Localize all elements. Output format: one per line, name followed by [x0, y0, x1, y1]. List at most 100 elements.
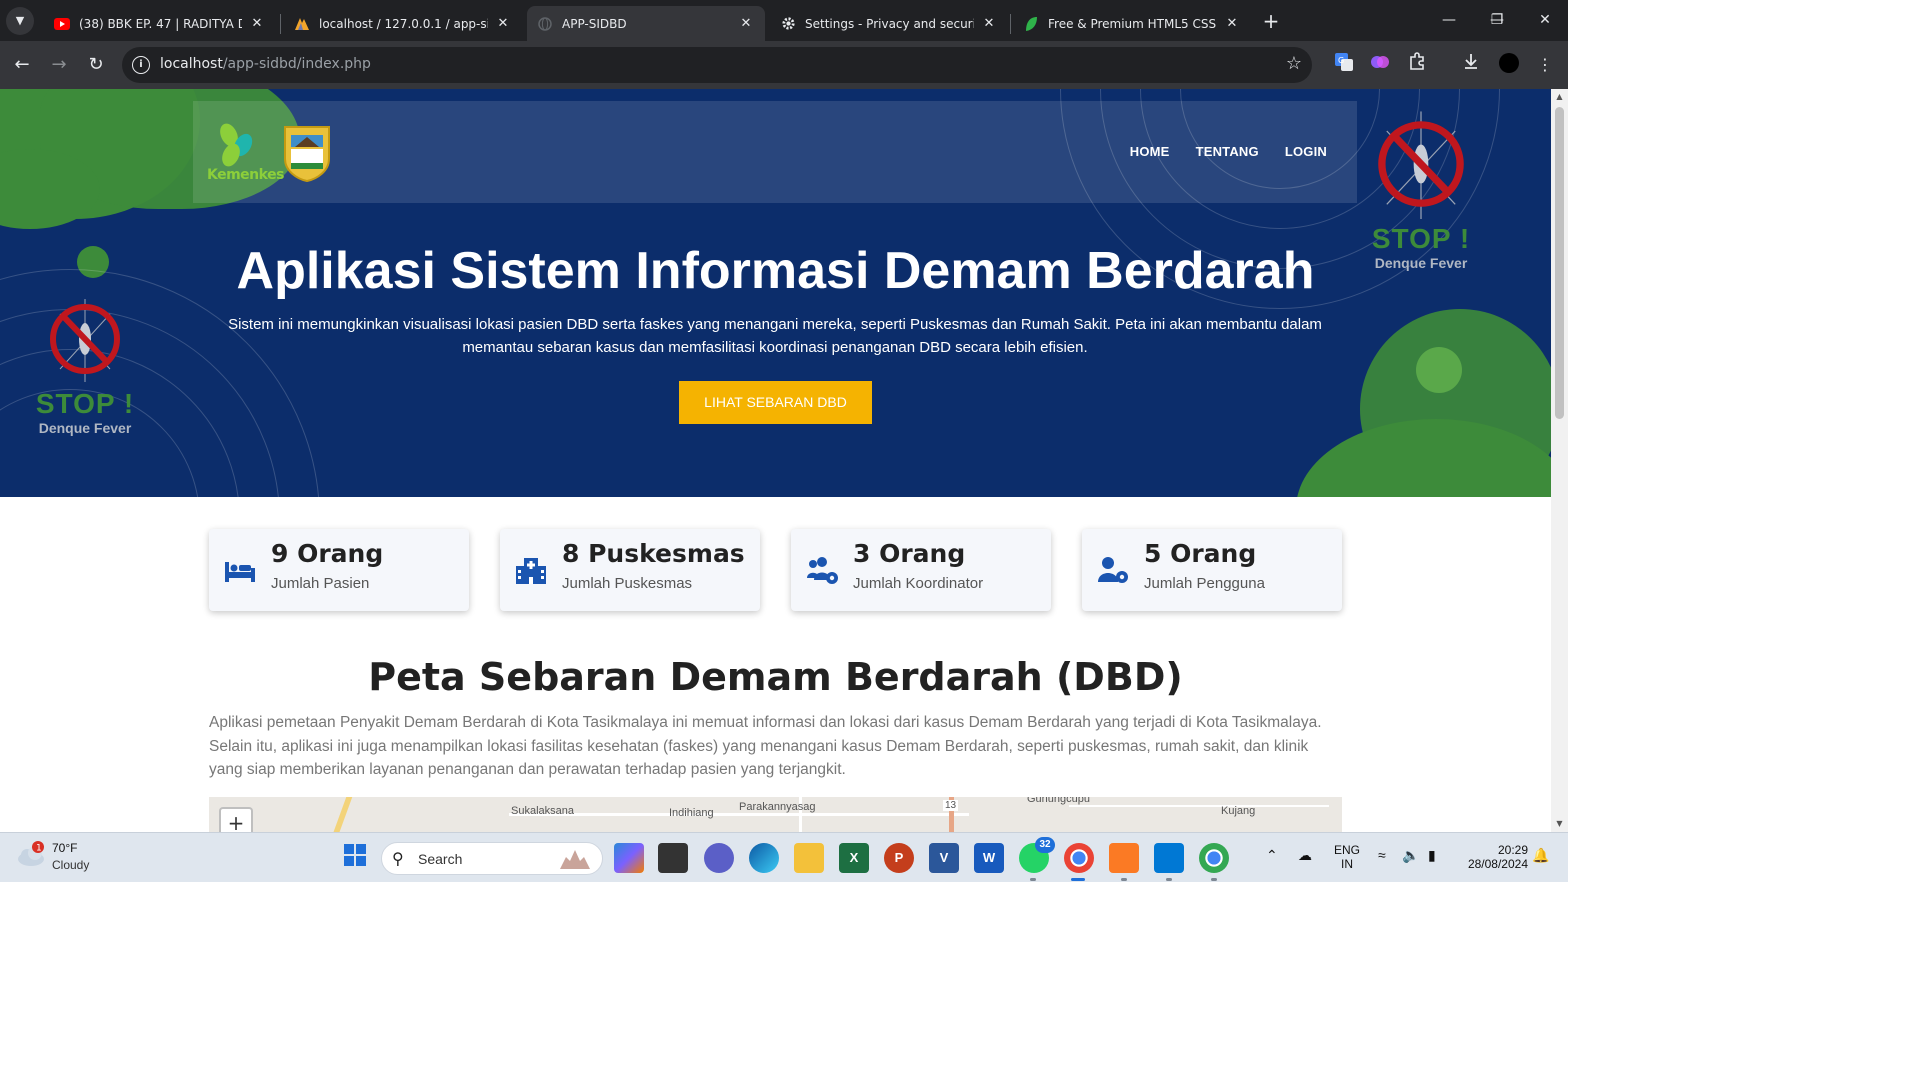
tab-youtube[interactable]: (38) BBK EP. 47 | RADITYA DIKA ✕ [44, 6, 276, 41]
tab-search-button[interactable]: ▼ [6, 7, 34, 35]
tab-templates[interactable]: Free & Premium HTML5 CSS3 A ✕ [1013, 6, 1251, 41]
translate-extension-icon[interactable]: G [1331, 52, 1357, 78]
reload-button[interactable]: ↻ [82, 51, 110, 79]
battery-icon[interactable]: ▮ [1428, 847, 1436, 864]
map-label: Sukalaksana [511, 805, 574, 817]
url-text[interactable]: localhost/app-sidbd/index.php [160, 56, 371, 72]
scroll-thumb[interactable] [1555, 107, 1564, 419]
nav-links: HOME TENTANG LOGIN [1130, 144, 1327, 159]
copilot-app-icon[interactable] [614, 843, 644, 873]
map-road [1069, 805, 1329, 807]
stat-card-pasien: 9 Orang Jumlah Pasien [209, 529, 469, 611]
bed-icon [223, 554, 257, 586]
weather-widget[interactable]: 1 70°F Cloudy [16, 841, 89, 873]
stat-card-koordinator: 3 Orang Jumlah Koordinator [791, 529, 1051, 611]
tab-label: Settings - Privacy and security [805, 16, 974, 31]
volume-icon[interactable]: 🔈 [1402, 847, 1419, 864]
word-app-icon[interactable]: W [974, 843, 1004, 873]
language-indicator[interactable]: ENG IN [1334, 843, 1360, 871]
tab-label: localhost / 127.0.0.1 / app-sidbd [319, 16, 488, 31]
map-zoom-in-button[interactable]: + [219, 807, 253, 832]
restore-button[interactable]: ❐ [1473, 0, 1521, 41]
clock[interactable]: 20:29 28/08/2024 [1458, 843, 1528, 871]
windows-start-icon[interactable] [340, 843, 370, 873]
tab-divider [280, 14, 281, 34]
visio-app-icon[interactable]: V [929, 843, 959, 873]
excel-app-icon[interactable]: X [839, 843, 869, 873]
dbd-map[interactable]: + Sukalaksana Indihiang Parakannyasag 13… [209, 797, 1342, 832]
close-icon[interactable]: ✕ [1223, 15, 1241, 33]
search-icon: ⚲ [392, 849, 404, 868]
nav-tentang-link[interactable]: TENTANG [1196, 144, 1259, 159]
forward-button[interactable]: → [45, 51, 73, 79]
nav-home-link[interactable]: HOME [1130, 144, 1170, 159]
no-mosquito-icon [50, 299, 120, 382]
scroll-down-icon[interactable]: ▼ [1555, 819, 1564, 828]
tab-divider [1010, 14, 1011, 34]
search-placeholder: Search [418, 851, 463, 867]
minimize-button[interactable]: — [1425, 0, 1473, 41]
new-tab-button[interactable]: + [1258, 8, 1284, 34]
tray-overflow-icon[interactable]: ⌃ [1266, 847, 1278, 864]
view-dbd-spread-button[interactable]: LIHAT SEBARAN DBD [679, 381, 872, 424]
stat-label: Jumlah Pengguna [1144, 575, 1265, 592]
back-button[interactable]: ← [8, 51, 36, 79]
profile-avatar[interactable] [1496, 52, 1522, 78]
globe-icon [537, 16, 553, 32]
download-icon[interactable] [1458, 52, 1484, 78]
file-explorer-icon[interactable] [794, 843, 824, 873]
page-scrollbar[interactable]: ▲ ▼ [1551, 89, 1568, 832]
site-info-icon[interactable]: i [132, 56, 150, 74]
close-icon[interactable]: ✕ [737, 15, 755, 33]
map-label: Parakannyasag [739, 801, 816, 813]
whatsapp-app-icon[interactable]: 32 [1019, 837, 1055, 873]
chrome-profile-app-icon[interactable] [1199, 843, 1229, 873]
tab-settings[interactable]: Settings - Privacy and security ✕ [770, 6, 1008, 41]
decor-dot [1416, 347, 1462, 393]
tab-app-sidbd[interactable]: APP-SIDBD ✕ [527, 6, 765, 41]
stat-value: 3 Orang [853, 539, 966, 568]
onedrive-icon[interactable]: ☁ [1298, 847, 1312, 864]
browser-menu-icon[interactable]: ⋮ [1532, 52, 1558, 78]
powerpoint-app-icon[interactable]: P [884, 843, 914, 873]
close-icon[interactable]: ✕ [980, 15, 998, 33]
stat-card-puskesmas: 8 Puskesmas Jumlah Puskesmas [500, 529, 760, 611]
nav-login-link[interactable]: LOGIN [1285, 144, 1327, 159]
svg-text:G: G [1338, 56, 1344, 65]
windows-taskbar: 1 70°F Cloudy ⚲ Search X P V W 32 ⌃ ☁ EN… [0, 832, 1568, 882]
hero-title: Aplikasi Sistem Informasi Demam Berdarah [236, 242, 1315, 300]
whatsapp-badge: 32 [1035, 837, 1055, 853]
wifi-icon[interactable]: ≈ [1378, 847, 1386, 863]
bookmark-star-icon[interactable]: ☆ [1286, 53, 1302, 74]
map-label: Kujang [1221, 805, 1256, 817]
teams-app-icon[interactable] [704, 843, 734, 873]
site-navbar: Kemenkes HOME TENTANG LOGIN [193, 101, 1357, 203]
scroll-up-icon[interactable]: ▲ [1555, 92, 1564, 101]
clock-time: 20:29 [1497, 843, 1528, 857]
notification-bell-icon[interactable]: 🔔 [1532, 847, 1549, 864]
stat-label: Jumlah Puskesmas [562, 575, 693, 592]
terminal-app-icon[interactable] [658, 843, 688, 873]
taskbar-search-box[interactable]: ⚲ Search [381, 842, 603, 875]
hero-subtitle: Sistem ini memungkinkan visualisasi loka… [228, 316, 1322, 356]
brain-extension-icon[interactable] [1367, 52, 1393, 78]
vscode-app-icon[interactable] [1154, 843, 1184, 873]
chrome-app-icon[interactable] [1064, 843, 1094, 873]
leaf-icon [1023, 16, 1039, 32]
address-bar[interactable]: i localhost/app-sidbd/index.php ☆ [122, 47, 1312, 83]
edge-app-icon[interactable] [749, 843, 779, 873]
stat-card-pengguna: 5 Orang Jumlah Pengguna [1082, 529, 1342, 611]
map-section-title: Peta Sebaran Demam Berdarah (DBD) [368, 655, 1183, 699]
city-seal-logo[interactable] [281, 123, 333, 183]
close-icon[interactable]: ✕ [494, 15, 512, 33]
map-road [331, 797, 353, 832]
extensions-puzzle-icon[interactable] [1404, 52, 1430, 78]
stat-label: Jumlah Koordinator [853, 575, 984, 592]
svg-text:1: 1 [36, 844, 42, 854]
running-indicator [1166, 878, 1172, 881]
tab-phpmyadmin[interactable]: localhost / 127.0.0.1 / app-sidbd ✕ [284, 6, 522, 41]
map-road [509, 813, 969, 816]
close-window-button[interactable]: ✕ [1521, 0, 1569, 41]
xampp-app-icon[interactable] [1109, 843, 1139, 873]
close-icon[interactable]: ✕ [248, 15, 266, 33]
